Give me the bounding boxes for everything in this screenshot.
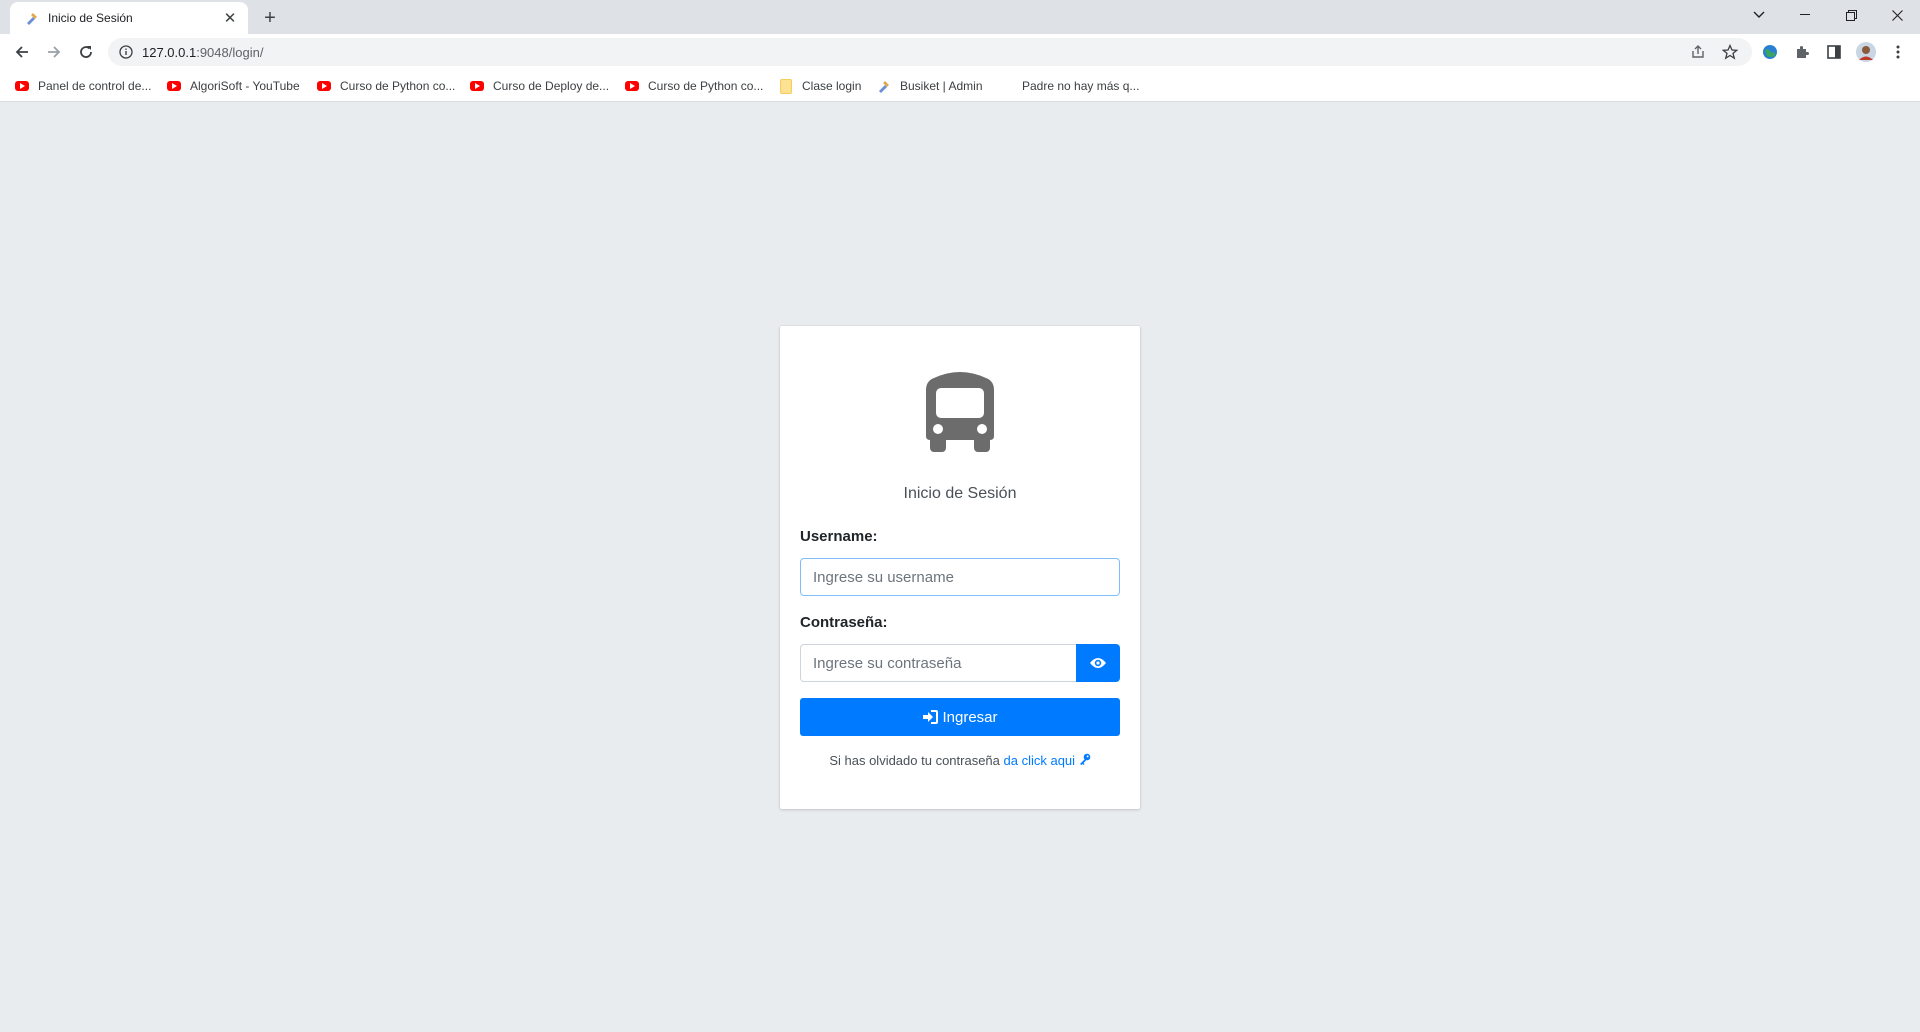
profile-avatar[interactable] xyxy=(1852,38,1880,66)
login-title: Inicio de Sesión xyxy=(903,485,1017,502)
bookmark-item[interactable]: Curso de Python co... xyxy=(624,76,763,96)
new-tab-button[interactable]: + xyxy=(258,6,282,30)
bookmark-label: Padre no hay más q... xyxy=(1022,79,1140,93)
forgot-password-prefix: Si has olvidado tu contraseña xyxy=(829,753,1004,768)
forward-icon[interactable] xyxy=(40,38,68,66)
bookmark-item[interactable]: AlgoriSoft - YouTube xyxy=(166,76,300,96)
tab-search-icon[interactable] xyxy=(1736,0,1782,30)
bookmark-label: Clase login xyxy=(802,79,862,93)
tab-strip: Inicio de Sesión ✕ + xyxy=(0,0,1920,34)
bookmark-label: AlgoriSoft - YouTube xyxy=(190,79,300,93)
bookmark-item[interactable]: Curso de Deploy de... xyxy=(469,76,609,96)
share-icon[interactable] xyxy=(1684,38,1712,66)
extensions-puzzle-icon[interactable] xyxy=(1788,38,1816,66)
username-input[interactable] xyxy=(800,558,1120,596)
bookmark-label: Busiket | Admin xyxy=(900,79,983,93)
site-info-icon[interactable] xyxy=(118,44,134,60)
youtube-icon xyxy=(14,78,30,94)
bookmark-label: Curso de Python co... xyxy=(340,79,456,93)
address-bar[interactable]: 127.0.0.1:9048/login/ xyxy=(108,38,1752,66)
password-input[interactable] xyxy=(800,644,1077,682)
bookmark-label: Panel de control de... xyxy=(38,79,152,93)
extension-globe-icon[interactable] xyxy=(1756,38,1784,66)
folder-icon xyxy=(778,78,794,94)
sign-in-icon xyxy=(923,710,939,724)
password-label: Contraseña: xyxy=(800,614,888,631)
youtube-icon xyxy=(316,78,332,94)
forgot-password-text: Si has olvidado tu contraseña da click a… xyxy=(780,753,1140,768)
forgot-password-link[interactable]: da click aqui xyxy=(1004,753,1091,768)
url-path: :9048/login/ xyxy=(196,44,264,60)
bookmark-item[interactable]: Padre no hay más q... xyxy=(1022,76,1139,96)
youtube-icon xyxy=(469,78,485,94)
restore-icon[interactable] xyxy=(1828,0,1874,30)
youtube-icon xyxy=(624,78,640,94)
url-text: 127.0.0.1:9048/login/ xyxy=(142,45,263,60)
url-host: 127.0.0.1 xyxy=(142,44,197,60)
key-icon xyxy=(1079,753,1090,765)
login-button[interactable]: Ingresar xyxy=(800,698,1120,736)
bookmark-label: Curso de Deploy de... xyxy=(493,79,610,93)
bookmark-item[interactable]: Panel de control de... xyxy=(14,76,151,96)
bookmark-item[interactable]: Busiket | Admin xyxy=(876,76,983,96)
browser-tab[interactable]: Inicio de Sesión ✕ xyxy=(10,2,248,34)
close-tab-icon[interactable]: ✕ xyxy=(222,10,238,27)
username-label: Username: xyxy=(800,528,878,545)
busiket-icon xyxy=(876,78,892,94)
site-favicon-icon xyxy=(24,10,40,26)
side-panel-icon[interactable] xyxy=(1820,38,1848,66)
browser-toolbar: 127.0.0.1:9048/login/ xyxy=(0,34,1920,70)
show-password-button[interactable] xyxy=(1076,644,1120,682)
login-button-label: Ingresar xyxy=(942,708,998,726)
forgot-password-link-label: da click aqui xyxy=(1003,753,1076,768)
bookmarks-bar: Panel de control de... AlgoriSoft - YouT… xyxy=(0,70,1920,102)
bus-icon xyxy=(926,372,994,452)
bookmark-star-icon[interactable] xyxy=(1716,38,1744,66)
bookmark-item[interactable]: Clase login xyxy=(778,76,861,96)
tab-title: Inicio de Sesión xyxy=(48,11,133,25)
youtube-icon xyxy=(166,78,182,94)
bookmark-item[interactable]: Curso de Python co... xyxy=(316,76,455,96)
login-card: Inicio de Sesión Username: Contraseña: I… xyxy=(780,326,1140,809)
reload-icon[interactable] xyxy=(72,38,100,66)
bookmark-label: Curso de Python co... xyxy=(648,79,764,93)
eye-icon xyxy=(1090,658,1106,668)
back-icon[interactable] xyxy=(8,38,36,66)
minimize-icon[interactable] xyxy=(1782,0,1828,30)
close-window-icon[interactable] xyxy=(1874,0,1920,30)
browser-menu-icon[interactable] xyxy=(1884,38,1912,66)
